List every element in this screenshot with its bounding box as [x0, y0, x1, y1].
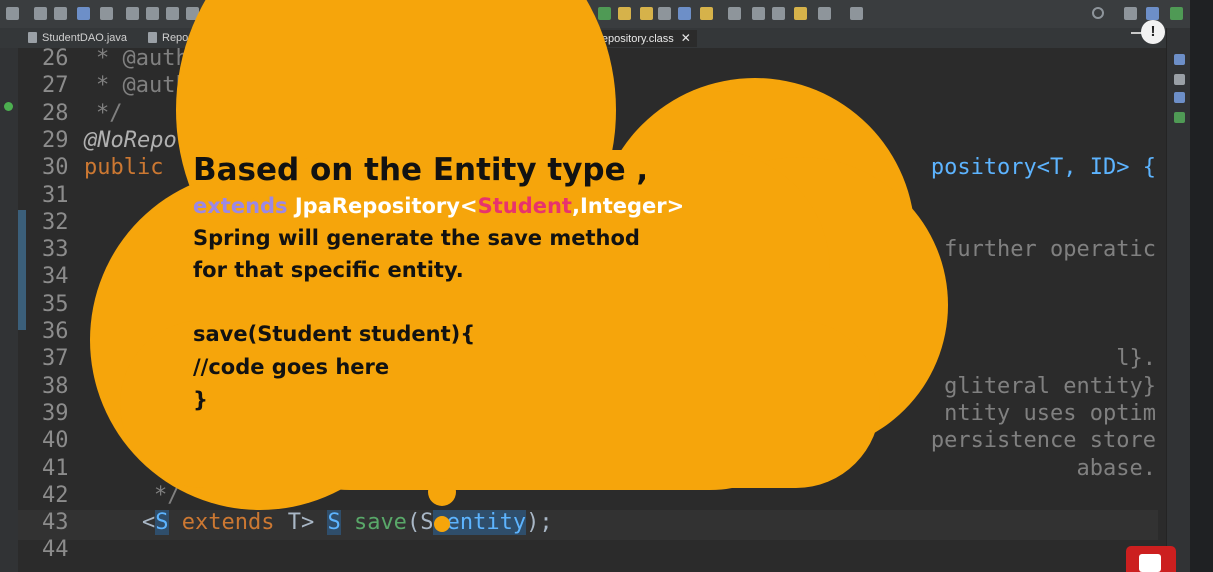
info-icon[interactable]: !: [1141, 20, 1165, 44]
cloud-title: Based on the Entity type ,: [193, 152, 649, 188]
cloud-line-6: //code goes here: [193, 355, 390, 379]
student-type: Student: [477, 194, 572, 218]
extends-keyword: extends: [193, 194, 288, 218]
cloud-text: Based on the Entity type , extends JpaRe…: [193, 150, 773, 417]
cloud-line-5: save(Student student){: [193, 322, 476, 346]
cloud-extends-line: extends JpaRepository<Student,Integer>: [193, 190, 773, 222]
cloud-line-7: }: [193, 388, 208, 412]
youtube-icon[interactable]: [1126, 546, 1176, 572]
cloud-line-4: for that specific entity.: [193, 258, 464, 282]
jpa-open: JpaRepository<: [287, 194, 478, 218]
jpa-close: ,Integer>: [571, 194, 685, 218]
cloud-line-3: Spring will generate the save method: [193, 226, 640, 250]
